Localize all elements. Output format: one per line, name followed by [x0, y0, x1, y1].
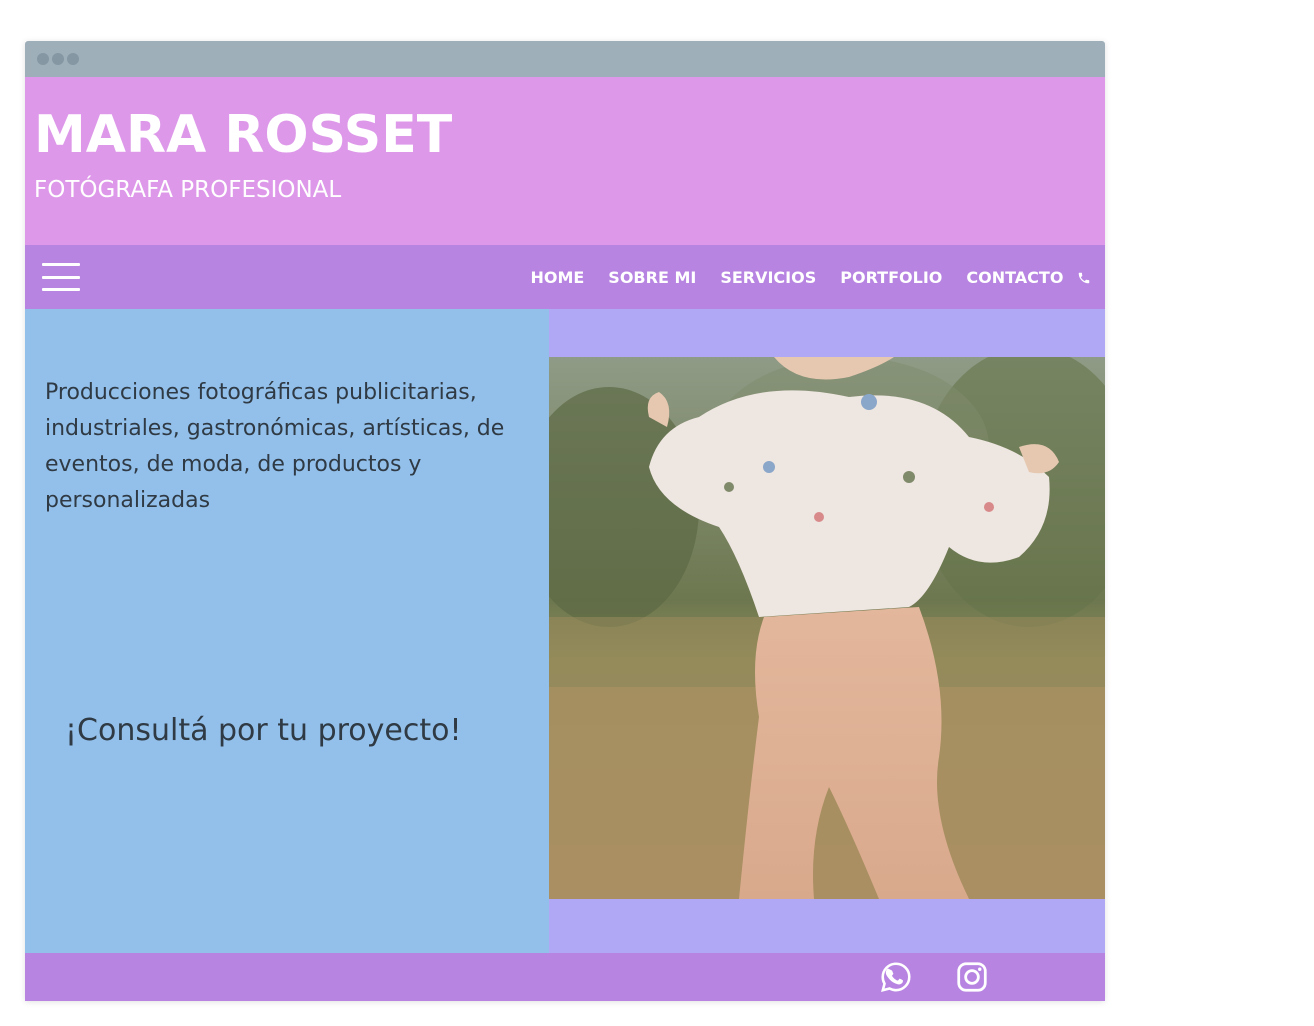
services-description: Producciones fotográficas publicitarias,…	[45, 380, 505, 513]
whatsapp-icon[interactable]	[879, 960, 913, 994]
photo-illustration	[549, 357, 1105, 899]
nav-item-servicios[interactable]: SERVICIOS	[720, 268, 816, 287]
hamburger-menu-icon[interactable]	[42, 263, 80, 291]
hero-section: Producciones fotográficas publicitarias,…	[25, 309, 1105, 953]
instagram-icon[interactable]	[955, 960, 989, 994]
hero-photo	[549, 357, 1105, 899]
site-footer	[25, 953, 1105, 1001]
window-dot-icon	[52, 53, 64, 65]
window-dot-icon	[37, 53, 49, 65]
hero-text-panel: Producciones fotográficas publicitarias,…	[25, 309, 549, 953]
window-titlebar	[25, 41, 1105, 77]
nav-item-contacto[interactable]: CONTACTO	[966, 268, 1091, 287]
nav-bar: HOME SOBRE MI SERVICIOS PORTFOLIO CONTAC…	[25, 245, 1105, 309]
phone-icon	[1078, 272, 1090, 284]
nav-item-contacto-label: CONTACTO	[966, 267, 1064, 287]
window-dot-icon	[67, 53, 79, 65]
site-subtitle: FOTÓGRAFA PROFESIONAL	[34, 177, 342, 203]
browser-window: MARA ROSSET FOTÓGRAFA PROFESIONAL HOME S…	[25, 41, 1105, 1001]
site-title: MARA ROSSET	[34, 105, 453, 165]
nav-item-sobre-mi[interactable]: SOBRE MI	[608, 268, 696, 287]
hero-image-panel	[549, 309, 1105, 953]
call-to-action: ¡Consultá por tu proyecto!	[65, 713, 462, 748]
nav-links: HOME SOBRE MI SERVICIOS PORTFOLIO CONTAC…	[530, 268, 1091, 287]
nav-item-portfolio[interactable]: PORTFOLIO	[840, 268, 942, 287]
site-header: MARA ROSSET FOTÓGRAFA PROFESIONAL	[25, 77, 1105, 245]
nav-item-home[interactable]: HOME	[530, 268, 584, 287]
